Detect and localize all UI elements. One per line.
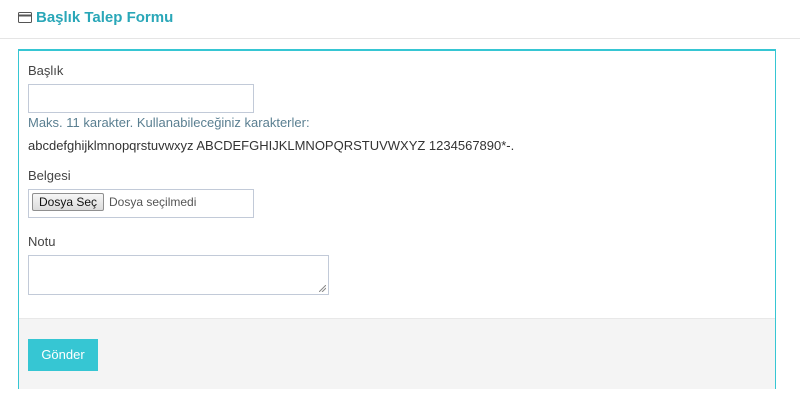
allowed-characters: abcdefghijklmnopqrstuvwxyz ABCDEFGHIJKLM… — [28, 138, 515, 153]
resize-handle-icon[interactable] — [319, 285, 326, 292]
document-file-input: Dosya Seç Dosya seçilmedi — [28, 189, 254, 218]
title-label: Başlık — [28, 63, 64, 78]
page-title: Başlık Talep Formu — [36, 9, 174, 26]
note-textarea[interactable] — [28, 255, 329, 295]
file-status: Dosya seçilmedi — [109, 195, 197, 209]
submit-button[interactable]: Gönder — [28, 339, 98, 371]
note-label: Notu — [28, 234, 56, 249]
form-footer: Gönder — [19, 318, 775, 389]
page-header: Başlık Talep Formu — [0, 0, 800, 39]
title-input[interactable] — [28, 84, 254, 113]
document-label: Belgesi — [28, 168, 71, 183]
request-form: Başlık Maks. 11 karakter. Kullanabileceğ… — [18, 49, 776, 389]
credit-card-icon — [18, 12, 32, 23]
title-help-text: Maks. 11 karakter. Kullanabileceğiniz ka… — [28, 115, 310, 130]
choose-file-button[interactable]: Dosya Seç — [32, 193, 105, 211]
